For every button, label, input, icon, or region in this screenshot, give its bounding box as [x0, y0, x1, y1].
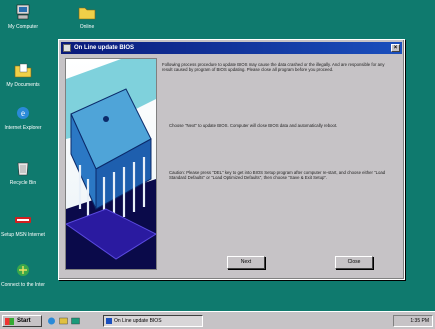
desktop-icon-label: Online: [79, 24, 95, 30]
start-button[interactable]: Start: [2, 315, 42, 327]
taskbar-item-bios-update[interactable]: On Line update BIOS: [103, 315, 203, 327]
desktop-icon-label: Connect to the Internet: [1, 282, 45, 288]
window-title: On Line update BIOS: [74, 45, 135, 51]
bios-chip-illustration: [65, 58, 157, 270]
msn-icon: [15, 217, 31, 223]
next-button[interactable]: Next: [227, 256, 265, 269]
folder-icon: [14, 63, 32, 78]
computer-icon: [16, 4, 30, 20]
start-label: Start: [17, 318, 31, 324]
recycle-bin-icon: [17, 162, 29, 176]
folder-icon: [78, 7, 96, 20]
tray-clock: 1:35 PM: [410, 318, 429, 324]
warning-text: Following process procedure to update BI…: [162, 62, 385, 73]
desktop-icon-online[interactable]: Online: [65, 4, 109, 30]
desktop-icon[interactable]: [71, 317, 80, 325]
desktop-icon-label: My Computer: [7, 24, 38, 30]
desktop-icon-setup-msn[interactable]: Setup MSN Internet A: [1, 212, 45, 238]
desktop-icon-connect-internet[interactable]: Connect to the Internet: [1, 262, 45, 288]
ie-icon: e: [17, 107, 29, 119]
taskbar-item-label: On Line update BIOS: [114, 318, 162, 324]
connect-icon: [17, 264, 29, 276]
svg-text:e: e: [21, 108, 25, 118]
outlook-icon[interactable]: [59, 317, 68, 325]
desktop-icon-internet-explorer[interactable]: e Internet Explorer: [1, 105, 45, 131]
window-titlebar[interactable]: On Line update BIOS ×: [61, 42, 402, 54]
close-icon[interactable]: ×: [391, 44, 400, 52]
system-tray: 1:35 PM: [393, 315, 433, 327]
window-app-icon: [63, 44, 71, 52]
ie-icon[interactable]: [47, 317, 56, 325]
desktop-icon-my-documents[interactable]: My Documents: [1, 62, 45, 88]
desktop-icon-label: Setup MSN Internet A: [1, 232, 45, 238]
desktop-icon-my-computer[interactable]: My Computer: [1, 4, 45, 30]
desktop-icon-recycle-bin[interactable]: Recycle Bin: [1, 160, 45, 186]
bios-update-window: On Line update BIOS × Following process …: [58, 39, 405, 280]
desktop: My Computer Online My Documents e Intern…: [0, 0, 435, 311]
window-app-icon: [106, 318, 112, 324]
bios-chip-icon: [66, 59, 156, 269]
desktop-icon-label: Recycle Bin: [9, 180, 37, 186]
caution-text: Caution: Please press "DEL" key to get i…: [169, 170, 386, 181]
windows-logo-icon: [5, 318, 14, 325]
instruction-text: Choose "Next" to update BIOS. Computer w…: [169, 123, 338, 128]
taskbar: Start On Line update BIOS 1:35 PM: [0, 311, 435, 329]
desktop-icon-label: My Documents: [6, 82, 40, 88]
desktop-icon-label: Internet Explorer: [4, 125, 42, 131]
close-button[interactable]: Close: [335, 256, 373, 269]
